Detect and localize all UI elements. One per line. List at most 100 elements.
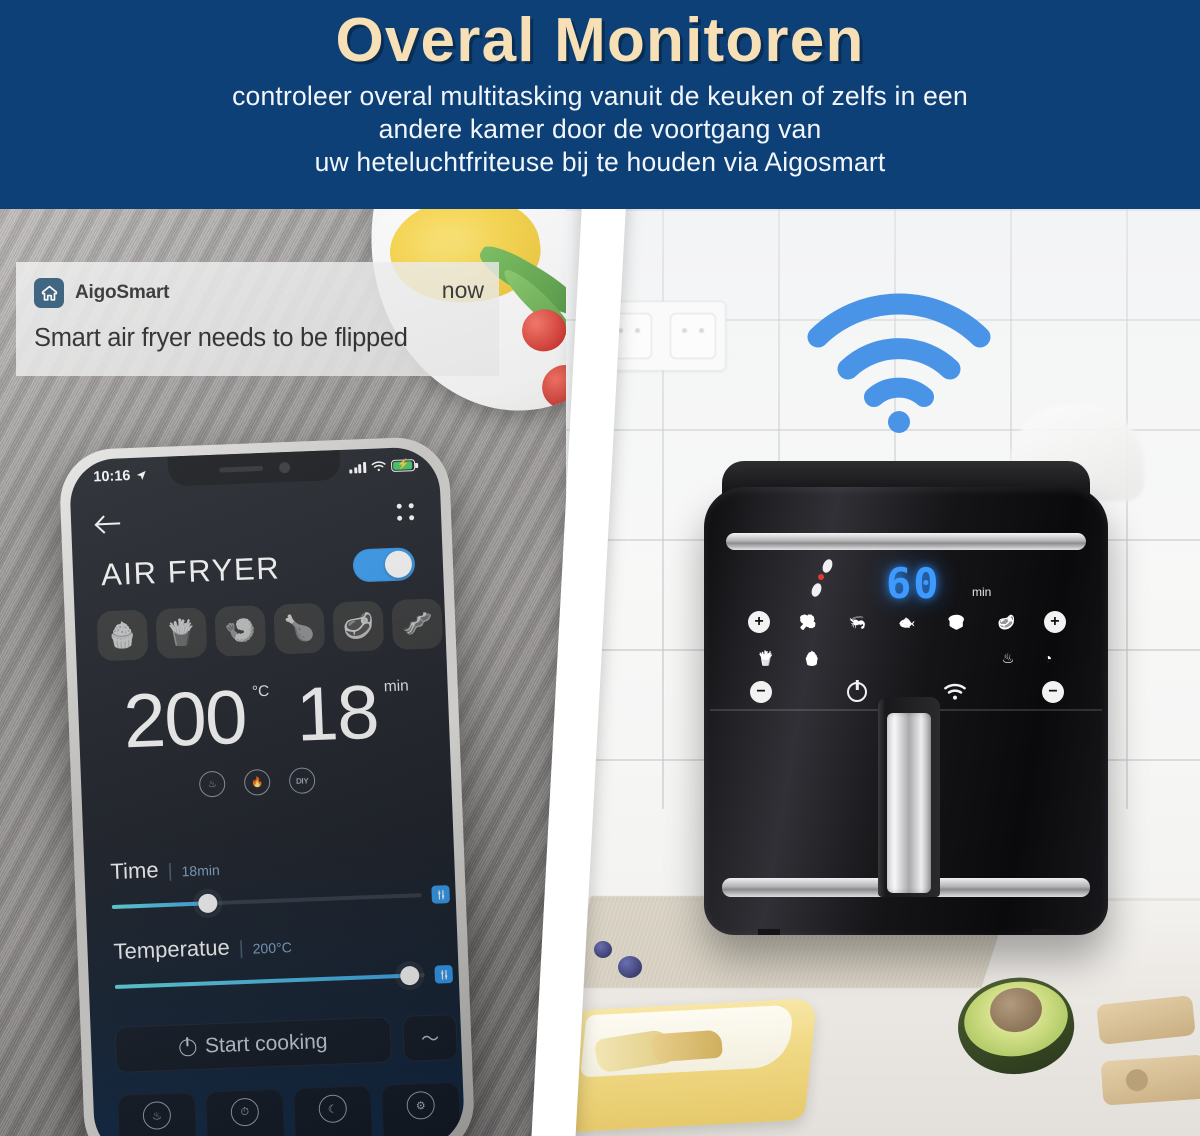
location-arrow-icon <box>136 470 146 481</box>
smartphone-mockup: 10:16 ⚡ AIR FRYER 🧁 🍟 🍤 🍗 🥩 🥓 200 °C 18 … <box>58 435 476 1136</box>
time-slider-knob[interactable] <box>198 893 218 914</box>
wooden-utensil-2 <box>1100 1054 1200 1106</box>
preset-bacon[interactable]: 🥓 <box>391 598 444 651</box>
preset-shrimp[interactable]: 🍤 <box>214 604 267 657</box>
rotary-indicator <box>809 557 838 599</box>
air-fryer-appliance: 60 min + 🥦 🦐 🐟 🍞 🥩 + 🍟 🧁 ♨ ◔ − − <box>696 461 1116 951</box>
push-notification-card[interactable]: AigoSmart now Smart air fryer needs to b… <box>16 262 499 376</box>
header-banner: Overal Monitoren controleer overal multi… <box>0 0 1200 209</box>
left-photo-panel: AigoSmart now Smart air fryer needs to b… <box>0 209 620 1136</box>
minus-button-right[interactable]: − <box>1041 681 1064 703</box>
bacon-icon: 🥓 <box>401 609 434 639</box>
preset-cake[interactable]: 🧁 <box>800 647 824 669</box>
minus-button-left[interactable]: − <box>750 681 772 703</box>
preheat-button[interactable]: ♨ <box>996 647 1020 669</box>
time-adjust-button[interactable] <box>431 885 450 904</box>
mode-diy[interactable]: DIY <box>288 767 316 795</box>
control-row-2-right: ♨ ◔ <box>996 647 1060 669</box>
tile-keep-warm[interactable]: ♨ <box>117 1091 198 1136</box>
preset-fries[interactable]: 🍟 <box>754 647 778 669</box>
preset-steak[interactable]: 🥩 <box>332 600 385 653</box>
plus-button-left[interactable]: + <box>748 611 770 633</box>
preset-shrimp[interactable]: 🦐 <box>845 611 869 633</box>
dial-mark-2 <box>809 581 824 599</box>
temperature-slider-separator: | <box>238 938 245 960</box>
time-slider-track-wrap <box>111 885 450 916</box>
power-button[interactable] <box>847 682 868 702</box>
status-bar-right: ⚡ <box>349 459 416 474</box>
flame-icon: 🔥 <box>250 776 264 789</box>
device-title: AIR FRYER <box>100 550 281 593</box>
yellow-dish <box>566 997 818 1133</box>
led-display-unit: min <box>972 585 992 599</box>
control-row-2-left: 🍟 🧁 <box>754 647 824 669</box>
keep-warm-icon: ♨ <box>142 1100 172 1130</box>
temperature-slider-value: 200°C <box>252 939 293 957</box>
steak-icon: 🥩 <box>342 611 375 641</box>
timer-button[interactable]: ◔ <box>1036 647 1060 669</box>
temperature-adjust-button[interactable] <box>434 965 454 984</box>
preset-meat[interactable]: 🥩 <box>994 611 1018 633</box>
app-nav-bar <box>71 494 442 542</box>
plus-button-right[interactable]: + <box>1043 611 1066 633</box>
header-subtitle: controleer overal multitasking vanuit de… <box>0 80 1200 179</box>
back-arrow-icon[interactable] <box>97 514 122 533</box>
wifi-button[interactable] <box>943 683 967 701</box>
control-row-1: + 🥦 🦐 🐟 🍞 🥩 + <box>744 611 1070 633</box>
temperature-value: 200 <box>122 674 248 765</box>
fries-icon: 🍟 <box>165 618 198 648</box>
battery-charging-icon: ⚡ <box>390 459 416 472</box>
charging-bolt-icon: ⚡ <box>396 459 410 471</box>
tile-timer[interactable]: ⏱ <box>205 1088 286 1136</box>
notification-message: Smart air fryer needs to be flipped <box>34 324 408 352</box>
start-cooking-button[interactable]: Start cooking <box>114 1016 393 1073</box>
status-time: 10:16 <box>93 468 131 486</box>
temperature-unit: °C <box>251 682 270 701</box>
toggle-knob <box>384 549 413 578</box>
temperature-slider-knob[interactable] <box>399 965 420 986</box>
start-cooking-label: Start cooking <box>204 1029 328 1058</box>
shrimp-icon: 🍤 <box>224 615 257 645</box>
time-slider-track[interactable] <box>111 893 422 914</box>
night-mode-icon: ☾ <box>318 1094 348 1124</box>
blueberry-2 <box>594 941 612 958</box>
handle-chrome-bar <box>887 713 931 893</box>
mode-preheat[interactable]: ♨ <box>198 770 226 798</box>
dial-mark-active <box>818 574 824 580</box>
shake-basket-button[interactable]: 〜 <box>402 1013 459 1062</box>
preset-bread[interactable]: 🍞 <box>945 611 969 633</box>
chrome-trim-top <box>726 533 1086 550</box>
led-display-value: 60 <box>886 559 941 608</box>
dial-mark-1 <box>820 557 835 575</box>
time-readout: 18 min <box>294 669 411 758</box>
preset-cupcake[interactable]: 🧁 <box>96 609 149 662</box>
time-slider-separator: | <box>167 860 173 882</box>
basket-handle[interactable] <box>878 697 940 897</box>
preset-chicken[interactable]: 🍗 <box>273 602 326 655</box>
blueberry-1 <box>618 956 642 978</box>
tile-night[interactable]: ☾ <box>292 1085 374 1136</box>
notification-app-name: AigoSmart <box>75 282 170 303</box>
diy-icon: DIY <box>295 775 309 786</box>
temperature-slider-track[interactable] <box>114 965 425 989</box>
phone-screen: 10:16 ⚡ AIR FRYER 🧁 🍟 🍤 🍗 🥩 🥓 200 °C 18 … <box>68 446 466 1136</box>
time-slider-fill <box>111 901 208 910</box>
preset-fries[interactable]: 🍟 <box>155 607 208 660</box>
preset-fish[interactable]: 🐟 <box>895 611 919 633</box>
avocado-half <box>951 970 1081 1082</box>
cupcake-icon: 🧁 <box>106 620 139 650</box>
subtitle-line-3: uw heteluchtfriteuse bij te houden via A… <box>314 147 886 177</box>
shake-basket-icon: 〜 <box>420 1028 440 1050</box>
tile-settings[interactable]: ⚙ <box>380 1081 462 1136</box>
preset-vegetables[interactable]: 🥦 <box>796 611 820 633</box>
wifi-signal-icon <box>804 293 994 433</box>
subtitle-line-2: andere kamer door de voortgang van <box>378 114 822 144</box>
time-value: 18 <box>294 669 380 758</box>
grid-dots-icon[interactable] <box>396 503 416 522</box>
status-bar-left: 10:16 <box>93 467 148 485</box>
power-toggle[interactable] <box>352 546 416 583</box>
body-area: AigoSmart now Smart air fryer needs to b… <box>0 209 1200 1136</box>
time-slider-label: Time <box>110 857 160 885</box>
mode-flame[interactable]: 🔥 <box>243 768 271 796</box>
promo-page: Overal Monitoren controleer overal multi… <box>0 0 1200 1136</box>
